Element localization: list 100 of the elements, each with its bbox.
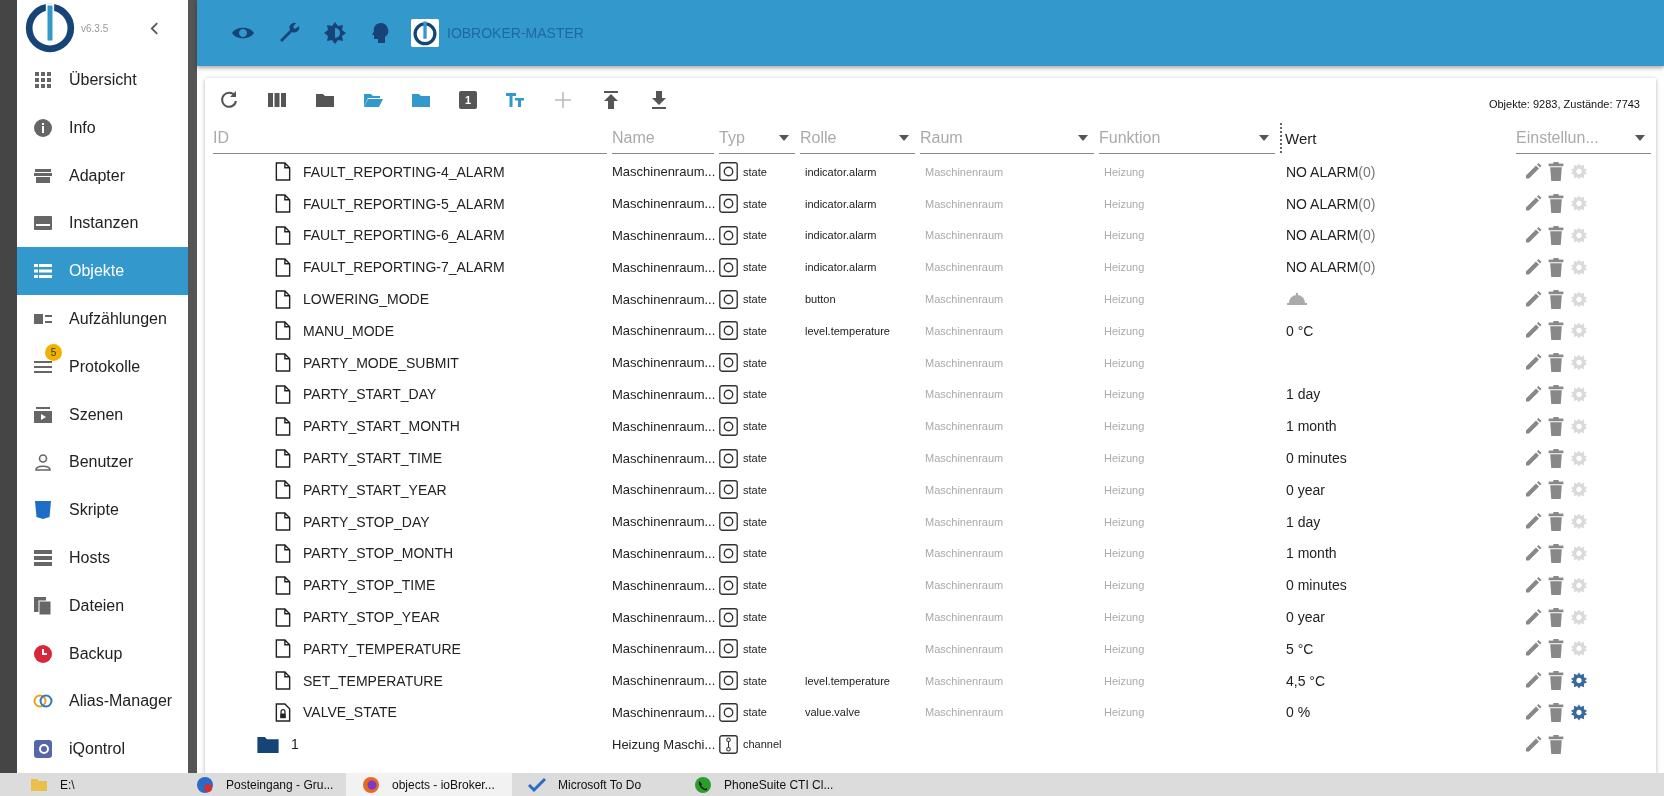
object-type: state: [743, 579, 767, 592]
brightness-icon[interactable]: [323, 21, 347, 45]
object-value: NO ALARM(0): [1286, 163, 1376, 180]
edit-icon[interactable]: [1524, 671, 1542, 691]
edit-icon[interactable]: [1524, 353, 1542, 373]
sidebar-item[interactable]: Übersicht: [17, 56, 188, 104]
sidebar-item[interactable]: Alias-Manager: [17, 677, 188, 726]
taskbar-item[interactable]: PhoneSuite CTI Cl...: [678, 773, 844, 796]
delete-icon[interactable]: [1547, 607, 1565, 627]
state-icon: [719, 448, 738, 468]
edit-icon[interactable]: [1524, 575, 1542, 595]
delete-icon[interactable]: [1547, 671, 1565, 691]
edit-icon[interactable]: [1524, 543, 1542, 563]
edit-icon[interactable]: [1524, 226, 1542, 245]
delete-icon[interactable]: [1547, 321, 1565, 341]
object-room: Maschinenraum: [925, 324, 1004, 337]
caret-icon[interactable]: [1635, 134, 1645, 141]
delete-icon[interactable]: [1547, 384, 1565, 404]
taskbar-item[interactable]: objects - ioBroker...: [346, 773, 512, 796]
taskbar-item[interactable]: E:\: [14, 773, 180, 796]
delete-icon[interactable]: [1547, 353, 1565, 373]
sidebar-item[interactable]: Skripte: [17, 486, 188, 534]
delete-icon[interactable]: [1547, 512, 1565, 532]
columns-icon[interactable]: [267, 90, 287, 110]
edit-icon[interactable]: [1524, 448, 1542, 468]
sidebar-item[interactable]: Adapter: [17, 151, 188, 200]
object-type: state: [743, 452, 767, 465]
object-role: level.temperature: [805, 324, 890, 337]
caret-icon[interactable]: [779, 134, 789, 141]
sidebar-item[interactable]: Szenen: [17, 390, 188, 439]
settings-icon[interactable]: [1570, 702, 1588, 722]
object-room: Maschinenraum: [925, 388, 1004, 401]
object-function: Heizung: [1104, 356, 1145, 369]
app-icon: [33, 739, 53, 760]
edit-icon[interactable]: [1524, 257, 1542, 277]
sidebar-item[interactable]: Hosts: [17, 534, 188, 582]
object-name: Maschinenraum...: [612, 609, 717, 625]
delete-icon[interactable]: [1547, 639, 1565, 659]
edit-icon[interactable]: [1524, 416, 1542, 436]
object-stats: Objekte: 9283, Zustände: 7743: [1488, 97, 1640, 110]
info-icon: [33, 117, 53, 138]
depth-button[interactable]: 1: [459, 91, 477, 109]
object-function: Heizung: [1104, 642, 1145, 655]
caret-icon[interactable]: [899, 134, 909, 141]
object-function: Heizung: [1104, 706, 1145, 719]
edit-icon[interactable]: [1524, 384, 1542, 404]
person-icon: [33, 452, 53, 473]
settings-icon[interactable]: [1570, 671, 1588, 691]
refresh-icon[interactable]: [219, 90, 239, 110]
delete-icon[interactable]: [1547, 416, 1565, 436]
folder-icon[interactable]: [257, 735, 279, 753]
sidebar-item[interactable]: Info: [17, 103, 188, 152]
sidebar-item[interactable]: Backup: [17, 629, 188, 678]
delete-icon[interactable]: [1547, 162, 1565, 182]
delete-icon[interactable]: [1547, 575, 1565, 595]
taskbar-item[interactable]: Posteingang - Gru...: [180, 773, 346, 796]
object-type: state: [743, 261, 767, 274]
delete-icon[interactable]: [1547, 448, 1565, 468]
sidebar-item[interactable]: 5 Protokolle: [17, 342, 188, 391]
edit-icon[interactable]: [1524, 734, 1542, 754]
delete-icon[interactable]: [1547, 257, 1565, 277]
text-size-icon[interactable]: [505, 90, 525, 110]
delete-icon[interactable]: [1547, 194, 1565, 214]
download-icon[interactable]: [649, 90, 669, 110]
edit-icon[interactable]: [1524, 607, 1542, 627]
delete-icon[interactable]: [1547, 702, 1565, 722]
push-button-icon[interactable]: [1286, 292, 1308, 307]
object-type: state: [743, 388, 767, 401]
delete-icon[interactable]: [1547, 734, 1565, 754]
object-function: Heizung: [1104, 452, 1145, 465]
channel-icon: [719, 734, 738, 754]
delete-icon[interactable]: [1547, 289, 1565, 309]
edit-icon[interactable]: [1524, 194, 1542, 214]
edit-icon[interactable]: [1524, 162, 1542, 182]
sidebar-item[interactable]: Dateien: [17, 581, 188, 630]
edit-icon[interactable]: [1524, 639, 1542, 659]
shield-icon: [33, 500, 53, 521]
upload-icon[interactable]: [601, 90, 621, 110]
edit-icon[interactable]: [1524, 512, 1542, 532]
delete-icon[interactable]: [1547, 226, 1565, 245]
sidebar-item[interactable]: iQontrol: [17, 725, 188, 773]
caret-icon[interactable]: [1078, 134, 1088, 141]
edit-icon[interactable]: [1524, 321, 1542, 341]
edit-icon[interactable]: [1524, 289, 1542, 309]
state-icon: [719, 162, 738, 182]
object-type: state: [743, 197, 767, 210]
sidebar-item[interactable]: Instanzen: [17, 199, 188, 248]
object-value: 1 day: [1286, 386, 1321, 403]
sidebar-item[interactable]: Aufzählungen: [17, 295, 188, 343]
chevron-left-icon[interactable]: [150, 21, 160, 35]
edit-icon[interactable]: [1524, 480, 1542, 500]
edit-icon[interactable]: [1524, 702, 1542, 722]
delete-icon[interactable]: [1547, 480, 1565, 500]
object-room: Maschinenraum: [925, 547, 1004, 560]
delete-icon[interactable]: [1547, 543, 1565, 563]
mail-icon: [196, 775, 214, 794]
object-type: state: [743, 483, 767, 496]
sidebar-item[interactable]: Benutzer: [17, 438, 188, 487]
taskbar-item[interactable]: Microsoft To Do: [512, 773, 678, 796]
caret-icon[interactable]: [1259, 134, 1269, 141]
